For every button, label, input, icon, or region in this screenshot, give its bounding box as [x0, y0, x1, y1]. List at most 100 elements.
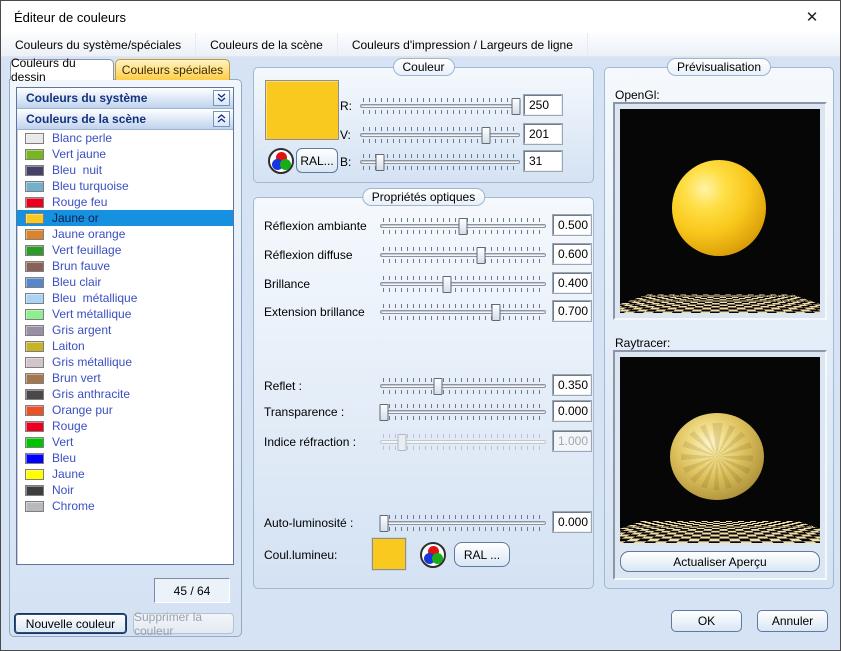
color-list-item[interactable]: Chrome	[17, 498, 233, 514]
color-list-item[interactable]: Rouge feu	[17, 194, 233, 210]
color-group: Couleur R: 250 V: 201	[253, 67, 594, 183]
slider-thumb[interactable]	[380, 515, 389, 532]
rgb-wheel-icon[interactable]	[268, 148, 294, 174]
color-list-item[interactable]: Brun vert	[17, 370, 233, 386]
ambient-slider[interactable]	[380, 218, 546, 234]
color-list-item[interactable]: Vert	[17, 434, 233, 450]
slider-track[interactable]	[380, 521, 546, 525]
color-list-item[interactable]: Bleu clair	[17, 274, 233, 290]
color-list-item[interactable]: Bleu nuit	[17, 162, 233, 178]
subtab-couleurs-speciales[interactable]: Couleurs spéciales	[115, 59, 230, 80]
slider-thumb[interactable]	[434, 378, 443, 395]
slider-track[interactable]	[360, 104, 520, 108]
slider-ticks	[383, 515, 543, 519]
color-name: Rouge	[52, 418, 87, 434]
slider-thumb[interactable]	[511, 98, 520, 115]
color-name: Noir	[52, 482, 74, 498]
chevron-double-down-icon[interactable]	[213, 90, 230, 106]
color-list-item[interactable]: Orange pur	[17, 402, 233, 418]
color-list-item[interactable]: Bleu turquoise	[17, 178, 233, 194]
section-header-couleurs-systeme[interactable]: Couleurs du système	[17, 88, 233, 109]
optic-label: Réflexion diffuse	[264, 248, 353, 262]
cancel-button[interactable]: Annuler	[757, 610, 828, 632]
slider-ticks	[363, 98, 517, 102]
transparency-slider[interactable]	[380, 404, 546, 420]
slider-thumb[interactable]	[477, 247, 486, 264]
color-list-item[interactable]: Vert jaune	[17, 146, 233, 162]
slider-track[interactable]	[380, 384, 546, 388]
optic-label: Transparence :	[264, 405, 344, 419]
specular-value-field[interactable]: 0.700	[553, 301, 591, 321]
self-luminosity-value-field[interactable]: 0.000	[553, 512, 591, 532]
color-list-item[interactable]: Gris argent	[17, 322, 233, 338]
optic-label: Auto-luminosité :	[264, 516, 353, 530]
color-name: Bleu	[52, 450, 76, 466]
color-list-item[interactable]: Jaune	[17, 466, 233, 482]
green-value-field[interactable]: 201	[524, 124, 562, 144]
slider-track[interactable]	[380, 310, 546, 314]
color-list-item[interactable]: Gris métallique	[17, 354, 233, 370]
rgb-wheel-icon[interactable]	[420, 542, 446, 568]
blue-slider[interactable]	[360, 154, 520, 170]
color-list-item[interactable]: Laiton	[17, 338, 233, 354]
reflection-value-field[interactable]: 0.350	[553, 375, 591, 395]
slider-ticks	[363, 110, 517, 114]
channel-row-green: V: 201	[254, 122, 593, 148]
new-color-button[interactable]: Nouvelle couleur	[14, 613, 127, 634]
slider-track[interactable]	[360, 160, 520, 164]
color-list-item[interactable]: Bleu	[17, 450, 233, 466]
refresh-preview-button[interactable]: Actualiser Aperçu	[620, 551, 820, 572]
reflection-slider[interactable]	[380, 378, 546, 394]
color-list-item[interactable]: Rouge	[17, 418, 233, 434]
slider-track[interactable]	[380, 253, 546, 257]
color-list-item[interactable]: Noir	[17, 482, 233, 498]
color-list-item[interactable]: Bleu métallique	[17, 290, 233, 306]
slider-thumb[interactable]	[491, 304, 500, 321]
color-list-item[interactable]: Vert métallique	[17, 306, 233, 322]
slider-thumb[interactable]	[481, 127, 490, 144]
subtab-couleurs-du-dessin[interactable]: Couleurs du dessin	[10, 59, 114, 80]
red-value-field[interactable]: 250	[524, 95, 562, 115]
diffuse-value-field[interactable]: 0.600	[553, 244, 591, 264]
color-list-item[interactable]: Brun fauve	[17, 258, 233, 274]
ral-luminous-button[interactable]: RAL ...	[454, 542, 510, 567]
luminous-color-swatch[interactable]	[372, 538, 406, 570]
slider-ticks	[383, 316, 543, 320]
red-slider[interactable]	[360, 98, 520, 114]
ambient-value-field[interactable]: 0.500	[553, 215, 591, 235]
color-list-item[interactable]: Blanc perle	[17, 130, 233, 146]
shininess-value-field[interactable]: 0.400	[553, 273, 591, 293]
color-swatch	[25, 245, 44, 256]
preview-group: Prévisualisation OpenGl: Raytracer: Actu…	[604, 67, 834, 589]
checkerboard-floor	[620, 295, 820, 313]
color-list-item[interactable]: Jaune or	[17, 210, 233, 226]
blue-value-field[interactable]: 31	[524, 151, 562, 171]
slider-track[interactable]	[380, 410, 546, 414]
slider-thumb[interactable]	[375, 154, 384, 171]
shininess-slider[interactable]	[380, 276, 546, 292]
color-list-item[interactable]: Vert feuillage	[17, 242, 233, 258]
slider-track[interactable]	[380, 282, 546, 286]
tab-couleurs-impression[interactable]: Couleurs d'impression / Largeurs de lign…	[338, 33, 588, 56]
self-luminosity-slider[interactable]	[380, 515, 546, 531]
color-list-item[interactable]: Gris anthracite	[17, 386, 233, 402]
color-name: Brun vert	[52, 370, 101, 386]
slider-thumb[interactable]	[459, 218, 468, 235]
slider-thumb[interactable]	[380, 404, 389, 421]
color-list-item[interactable]: Jaune orange	[17, 226, 233, 242]
green-slider[interactable]	[360, 127, 520, 143]
slider-track[interactable]	[360, 133, 520, 137]
optics-group: Propriétés optiques Réflexion ambiante 0…	[253, 197, 594, 589]
slider-thumb[interactable]	[442, 276, 451, 293]
transparency-value-field[interactable]: 0.000	[553, 401, 591, 421]
tab-couleurs-scene[interactable]: Couleurs de la scène	[196, 33, 338, 56]
close-icon[interactable]: ✕	[797, 2, 827, 32]
chevron-double-up-icon[interactable]	[213, 111, 230, 127]
diffuse-slider[interactable]	[380, 247, 546, 263]
ral-button[interactable]: RAL...	[296, 148, 338, 173]
specular-slider[interactable]	[380, 304, 546, 320]
ok-button[interactable]: OK	[671, 610, 742, 632]
slider-track[interactable]	[380, 224, 546, 228]
section-header-couleurs-scene[interactable]: Couleurs de la scène	[17, 109, 233, 130]
tab-couleurs-systeme-speciales[interactable]: Couleurs du système/spéciales	[1, 33, 196, 56]
